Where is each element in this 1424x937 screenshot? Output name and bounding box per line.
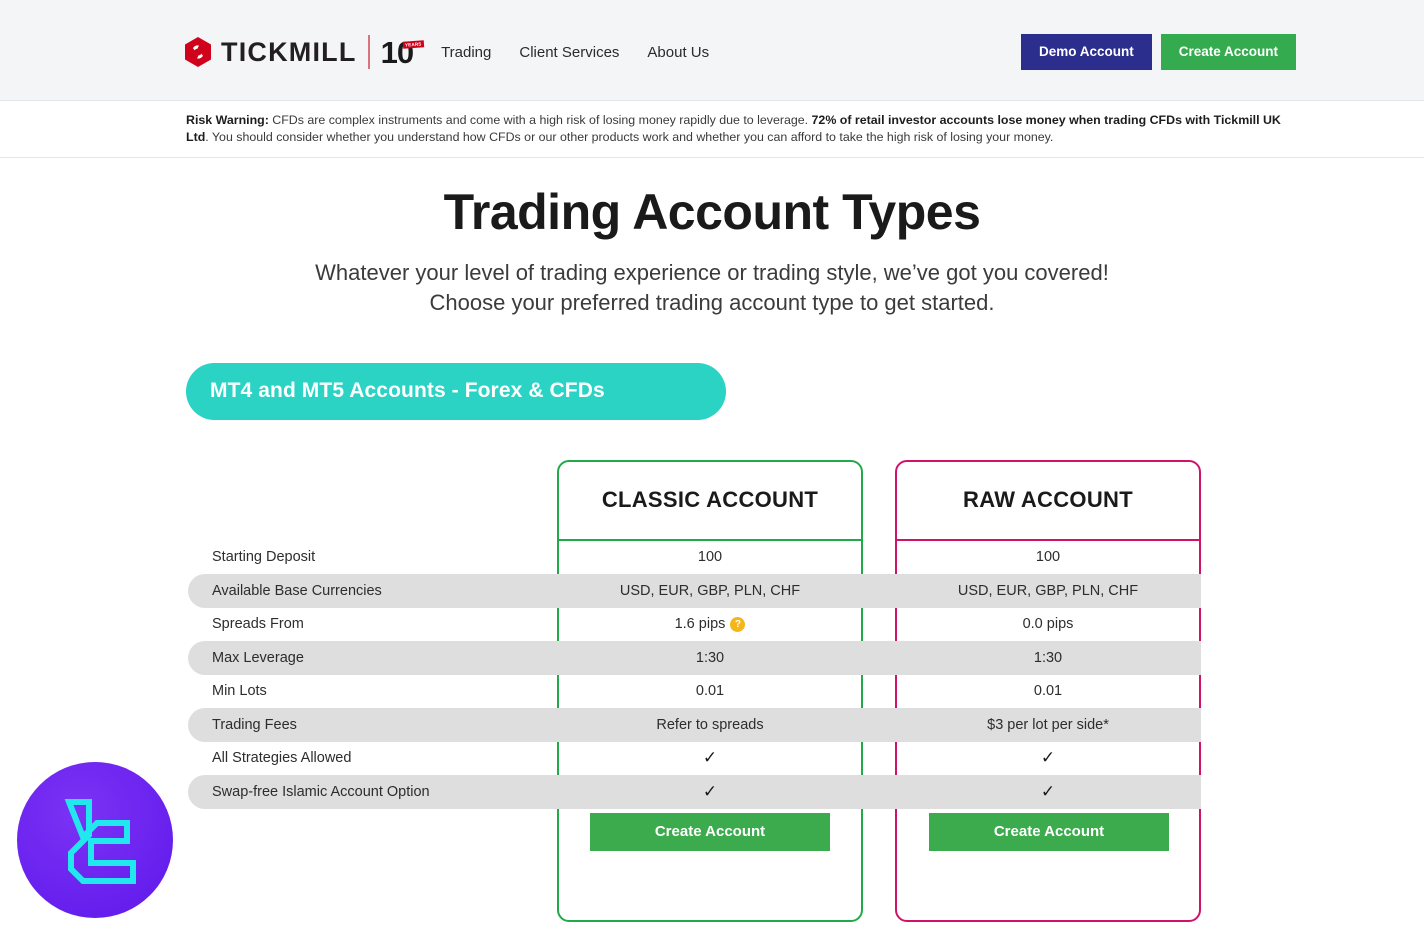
account-card-raw-title: RAW ACCOUNT: [897, 462, 1199, 541]
row-label: Trading Fees: [212, 716, 297, 733]
row-label: Min Lots: [212, 683, 267, 700]
row-value-text: 0.01: [1033, 683, 1063, 700]
checkmark-icon: ✓: [1040, 781, 1056, 801]
row-value-text: USD, EUR, GBP, PLN, CHF: [619, 582, 801, 599]
table-row: Min Lots 0.01 0.01: [0, 675, 1424, 709]
row-value-raw: ✓: [897, 749, 1199, 767]
site-header: TICKMILL 10 YEARS Trading Client Service…: [0, 4, 1424, 101]
page-root: TICKMILL 10 YEARS Trading Client Service…: [0, 0, 1424, 937]
logo-anniversary: 10 YEARS: [380, 34, 424, 70]
row-value-text: 1.6 pips: [674, 616, 726, 633]
row-value-raw: 1:30: [897, 650, 1199, 666]
lc-monogram-logo-icon: [17, 762, 173, 918]
tickmill-hexagon-logo-icon: [184, 37, 212, 67]
row-value-text: 0.01: [695, 683, 725, 700]
main-navigation: Trading Client Services About Us: [439, 41, 711, 64]
hero-subtitle-line-1: Whatever your level of trading experienc…: [315, 260, 1109, 285]
row-value-text: 1:30: [695, 649, 725, 666]
row-value-text: USD, EUR, GBP, PLN, CHF: [957, 582, 1139, 599]
logo-divider: [367, 35, 370, 69]
row-value-classic: 1:30: [559, 650, 861, 666]
row-value-classic: USD, EUR, GBP, PLN, CHF: [559, 583, 861, 599]
row-value-raw: USD, EUR, GBP, PLN, CHF: [897, 583, 1199, 599]
table-row: Swap-free Islamic Account Option ✓ ✓: [0, 775, 1424, 809]
create-account-classic-button[interactable]: Create Account: [590, 812, 830, 851]
row-value-text: Refer to spreads: [656, 716, 764, 733]
account-category-tabs: MT4 and MT5 Accounts - Forex & CFDs: [0, 319, 1424, 420]
checkmark-icon: ✓: [702, 781, 718, 801]
hero-section: Trading Account Types Whatever your leve…: [0, 158, 1424, 319]
row-value-classic: 100: [559, 549, 861, 565]
table-row: Available Base Currencies USD, EUR, GBP, …: [0, 574, 1424, 608]
row-label: Max Leverage: [212, 649, 304, 666]
nav-item-client-services[interactable]: Client Services: [517, 41, 621, 64]
row-label: Swap-free Islamic Account Option: [212, 783, 430, 800]
hero-subtitle-line-2: Choose your preferred trading account ty…: [429, 290, 995, 316]
table-row: Starting Deposit 100 100: [0, 541, 1424, 575]
site-logo[interactable]: TICKMILL 10 YEARS: [184, 34, 424, 70]
row-label: Starting Deposit: [212, 549, 316, 566]
help-question-icon[interactable]: ?: [730, 617, 746, 633]
table-row: Trading Fees Refer to spreads $3 per lot p…: [0, 708, 1424, 742]
row-value-text: 0.0 pips: [1022, 616, 1074, 633]
checkmark-icon: ✓: [1040, 748, 1056, 768]
account-card-classic-title: CLASSIC ACCOUNT: [559, 462, 861, 541]
risk-warning-banner: Risk Warning: CFDs are complex instrumen…: [0, 101, 1424, 158]
logo-wordmark: TICKMILL: [221, 36, 357, 67]
create-account-raw-button[interactable]: Create Account: [929, 812, 1169, 851]
row-value-text: 100: [697, 549, 723, 566]
create-account-header-button[interactable]: Create Account: [1160, 34, 1296, 70]
demo-account-button[interactable]: Demo Account: [1020, 34, 1152, 70]
risk-warning-lead: Risk Warning:: [186, 113, 269, 127]
row-value-raw: ✓: [897, 783, 1199, 801]
table-row: All Strategies Allowed ✓ ✓: [0, 742, 1424, 776]
page-title: Trading Account Types: [443, 184, 981, 240]
tab-mt4-mt5-forex-cfds[interactable]: MT4 and MT5 Accounts - Forex & CFDs: [186, 362, 726, 420]
row-label: Available Base Currencies: [212, 582, 382, 599]
row-value-classic: ✓: [559, 749, 861, 767]
table-row: Spreads From 1.6 pips? 0.0 pips: [0, 608, 1424, 642]
row-value-text: $3 per lot per side*: [987, 716, 1109, 733]
nav-item-trading[interactable]: Trading: [439, 41, 493, 64]
row-value-classic: ✓: [559, 783, 861, 801]
risk-warning-text-2: . You should consider whether you unders…: [205, 129, 1054, 144]
row-label: All Strategies Allowed: [212, 750, 352, 767]
row-value-text: 1:30: [1033, 649, 1063, 666]
hero-subtitle: Whatever your level of trading experienc…: [0, 258, 1424, 319]
header-actions: Demo Account Create Account: [1020, 34, 1296, 70]
lc-monogram-glyph-icon: [64, 799, 136, 884]
logo-years-badge: YEARS: [402, 39, 424, 49]
row-label: Spreads From: [212, 616, 304, 633]
row-value-classic: 1.6 pips?: [559, 616, 861, 632]
logo-anniversary-number: 10: [380, 34, 414, 70]
comparison-rows: Starting Deposit 100 100 Available Base Cur…: [0, 541, 1424, 809]
row-value-classic: Refer to spreads: [559, 717, 861, 733]
row-value-raw: 0.01: [897, 683, 1199, 699]
row-value-raw: 0.0 pips: [897, 616, 1199, 632]
checkmark-icon: ✓: [702, 748, 718, 768]
row-value-text: 100: [1035, 549, 1061, 566]
risk-warning-text-1: CFDs are complex instruments and come wi…: [268, 113, 812, 127]
row-value-raw: $3 per lot per side*: [897, 717, 1199, 733]
nav-item-about-us[interactable]: About Us: [645, 41, 711, 64]
table-row: Max Leverage 1:30 1:30: [0, 641, 1424, 675]
account-comparison-table: CLASSIC ACCOUNT RAW ACCOUNT Starting Dep…: [0, 459, 1424, 937]
row-value-classic: 0.01: [559, 683, 861, 699]
row-value-raw: 100: [897, 549, 1199, 565]
